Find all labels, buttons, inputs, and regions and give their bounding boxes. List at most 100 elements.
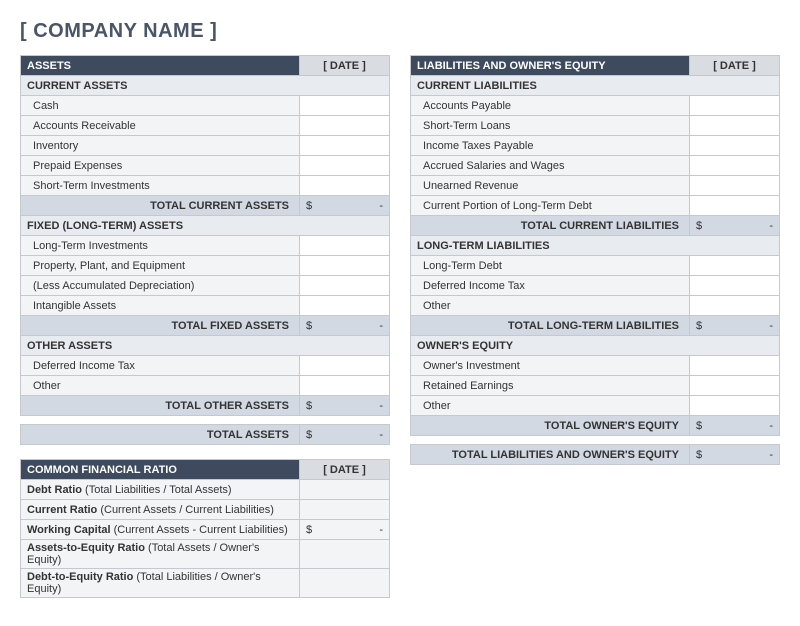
assets-line-label: Short-Term Investments xyxy=(21,176,300,196)
assets-total-value: $- xyxy=(300,316,390,336)
liabilities-line-value[interactable] xyxy=(690,376,780,396)
assets-line-value[interactable] xyxy=(300,296,390,316)
liabilities-line-row: Other xyxy=(411,296,780,316)
assets-line-value[interactable] xyxy=(300,376,390,396)
liabilities-section-title: LONG-TERM LIABILITIES xyxy=(411,236,780,256)
liabilities-line-label: Retained Earnings xyxy=(411,376,690,396)
assets-line-label: Inventory xyxy=(21,136,300,156)
assets-total-row: TOTAL CURRENT ASSETS $- xyxy=(21,196,390,216)
assets-section-row: FIXED (LONG-TERM) ASSETS xyxy=(21,216,390,236)
liabilities-total-label: TOTAL CURRENT LIABILITIES xyxy=(411,216,690,236)
liabilities-total-label: TOTAL OWNER'S EQUITY xyxy=(411,416,690,436)
assets-line-value[interactable] xyxy=(300,116,390,136)
ratio-row: Current Ratio (Current Assets / Current … xyxy=(21,500,390,520)
liabilities-line-label: Income Taxes Payable xyxy=(411,136,690,156)
ratio-row: Working Capital (Current Assets - Curren… xyxy=(21,520,390,540)
liabilities-line-value[interactable] xyxy=(690,116,780,136)
liabilities-date[interactable]: [ DATE ] xyxy=(690,56,780,76)
assets-date[interactable]: [ DATE ] xyxy=(300,56,390,76)
liabilities-line-value[interactable] xyxy=(690,276,780,296)
assets-line-label: Intangible Assets xyxy=(21,296,300,316)
assets-line-row: Deferred Income Tax xyxy=(21,356,390,376)
assets-line-value[interactable] xyxy=(300,156,390,176)
assets-line-label: Cash xyxy=(21,96,300,116)
liabilities-section-title: CURRENT LIABILITIES xyxy=(411,76,780,96)
assets-line-row: Long-Term Investments xyxy=(21,236,390,256)
liabilities-line-value[interactable] xyxy=(690,256,780,276)
liabilities-total-row: TOTAL OWNER'S EQUITY $- xyxy=(411,416,780,436)
assets-line-row: Cash xyxy=(21,96,390,116)
assets-line-label: Property, Plant, and Equipment xyxy=(21,256,300,276)
assets-line-label: Accounts Receivable xyxy=(21,116,300,136)
ratio-row: Debt Ratio (Total Liabilities / Total As… xyxy=(21,480,390,500)
assets-grand-total-value: $- xyxy=(300,425,390,445)
ratio-value[interactable] xyxy=(300,500,390,520)
liabilities-line-row: Unearned Revenue xyxy=(411,176,780,196)
assets-line-label: Long-Term Investments xyxy=(21,236,300,256)
assets-section-title: CURRENT ASSETS xyxy=(21,76,390,96)
assets-section-row: CURRENT ASSETS xyxy=(21,76,390,96)
assets-line-value[interactable] xyxy=(300,236,390,256)
assets-section-title: OTHER ASSETS xyxy=(21,336,390,356)
assets-line-value[interactable] xyxy=(300,256,390,276)
assets-line-row: Short-Term Investments xyxy=(21,176,390,196)
ratio-value[interactable] xyxy=(300,540,390,569)
ratio-row: Assets-to-Equity Ratio (Total Assets / O… xyxy=(21,540,390,569)
liabilities-line-value[interactable] xyxy=(690,176,780,196)
liabilities-total-label: TOTAL LONG-TERM LIABILITIES xyxy=(411,316,690,336)
assets-total-label: TOTAL FIXED ASSETS xyxy=(21,316,300,336)
ratio-value[interactable] xyxy=(300,480,390,500)
assets-line-row: Inventory xyxy=(21,136,390,156)
assets-table: ASSETS [ DATE ] CURRENT ASSETS Cash Acco… xyxy=(20,55,390,416)
ratio-row: Debt-to-Equity Ratio (Total Liabilities … xyxy=(21,569,390,598)
ratio-label: Debt-to-Equity Ratio (Total Liabilities … xyxy=(21,569,300,598)
assets-header-row: ASSETS [ DATE ] xyxy=(21,56,390,76)
assets-grand-total-label: TOTAL ASSETS xyxy=(21,425,300,445)
assets-line-label: Deferred Income Tax xyxy=(21,356,300,376)
liabilities-section-title: OWNER'S EQUITY xyxy=(411,336,780,356)
ratio-label: Current Ratio (Current Assets / Current … xyxy=(21,500,300,520)
ratio-label: Assets-to-Equity Ratio (Total Assets / O… xyxy=(21,540,300,569)
assets-line-label: (Less Accumulated Depreciation) xyxy=(21,276,300,296)
assets-line-value[interactable] xyxy=(300,136,390,156)
assets-section-row: OTHER ASSETS xyxy=(21,336,390,356)
assets-line-value[interactable] xyxy=(300,176,390,196)
assets-total-value: $- xyxy=(300,196,390,216)
liabilities-line-label: Accounts Payable xyxy=(411,96,690,116)
liabilities-table: LIABILITIES AND OWNER'S EQUITY [ DATE ] … xyxy=(410,55,780,436)
liabilities-line-row: Short-Term Loans xyxy=(411,116,780,136)
liabilities-line-value[interactable] xyxy=(690,196,780,216)
liabilities-line-row: Accounts Payable xyxy=(411,96,780,116)
assets-line-label: Other xyxy=(21,376,300,396)
liabilities-line-label: Unearned Revenue xyxy=(411,176,690,196)
ratio-value[interactable]: $- xyxy=(300,520,390,540)
liabilities-line-value[interactable] xyxy=(690,136,780,156)
liabilities-total-row: TOTAL LONG-TERM LIABILITIES $- xyxy=(411,316,780,336)
liabilities-grand-total-row: TOTAL LIABILITIES AND OWNER'S EQUITY $- xyxy=(411,445,780,465)
assets-line-row: Other xyxy=(21,376,390,396)
assets-line-row: Intangible Assets xyxy=(21,296,390,316)
liabilities-line-row: Deferred Income Tax xyxy=(411,276,780,296)
liabilities-total-value: $- xyxy=(690,216,780,236)
ratios-header: COMMON FINANCIAL RATIO xyxy=(21,460,300,480)
assets-grand-total-row: TOTAL ASSETS $- xyxy=(21,425,390,445)
liabilities-line-value[interactable] xyxy=(690,396,780,416)
liabilities-column: LIABILITIES AND OWNER'S EQUITY [ DATE ] … xyxy=(410,55,780,606)
liabilities-line-label: Accrued Salaries and Wages xyxy=(411,156,690,176)
ratio-value[interactable] xyxy=(300,569,390,598)
liabilities-line-value[interactable] xyxy=(690,156,780,176)
liabilities-line-row: Other xyxy=(411,396,780,416)
ratios-date[interactable]: [ DATE ] xyxy=(300,460,390,480)
liabilities-line-row: Retained Earnings xyxy=(411,376,780,396)
liabilities-line-row: Income Taxes Payable xyxy=(411,136,780,156)
assets-line-value[interactable] xyxy=(300,356,390,376)
assets-line-value[interactable] xyxy=(300,276,390,296)
liabilities-line-value[interactable] xyxy=(690,96,780,116)
liabilities-total-value: $- xyxy=(690,316,780,336)
company-name: [ COMPANY NAME ] xyxy=(20,20,780,43)
liabilities-line-value[interactable] xyxy=(690,296,780,316)
liabilities-grand-total-label: TOTAL LIABILITIES AND OWNER'S EQUITY xyxy=(411,445,690,465)
assets-line-value[interactable] xyxy=(300,96,390,116)
assets-total-row: TOTAL OTHER ASSETS $- xyxy=(21,396,390,416)
liabilities-line-value[interactable] xyxy=(690,356,780,376)
